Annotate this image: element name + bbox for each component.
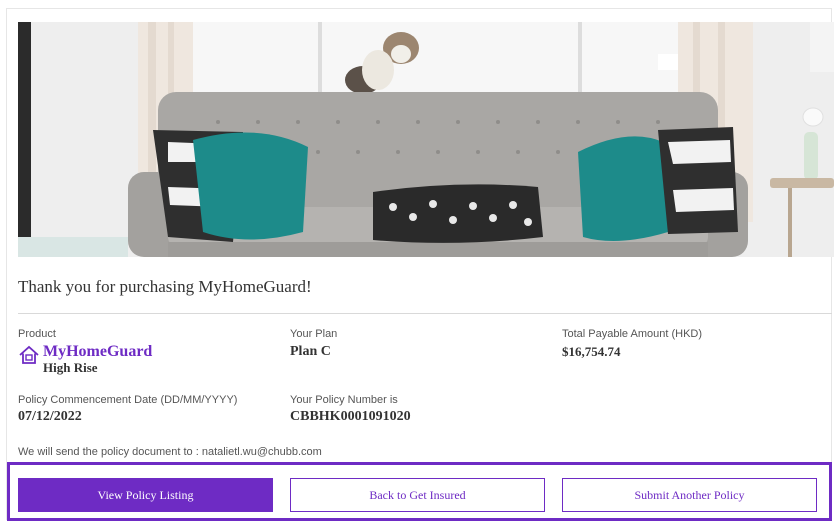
- commencement-label: Policy Commencement Date (DD/MM/YYYY): [18, 394, 238, 406]
- product-label: Product: [18, 328, 56, 340]
- amount-label: Total Payable Amount (HKD): [562, 328, 703, 340]
- product-subtitle: High Rise: [43, 360, 98, 375]
- plan-label: Your Plan: [290, 328, 338, 340]
- product-name: MyHomeGuard: [43, 343, 153, 360]
- confirmation-title: Thank you for purchasing MyHomeGuard!: [18, 277, 312, 296]
- commencement-value: 07/12/2022: [18, 409, 82, 424]
- submit-another-policy-button[interactable]: Submit Another Policy: [562, 478, 817, 512]
- view-policy-listing-button[interactable]: View Policy Listing: [18, 478, 273, 512]
- amount-value: $16,754.74: [562, 344, 621, 359]
- hero-sofa-image: [18, 22, 834, 257]
- policy-number-label: Your Policy Number is: [290, 394, 398, 406]
- divider: [18, 313, 832, 314]
- house-icon: [19, 345, 39, 364]
- back-to-get-insured-button[interactable]: Back to Get Insured: [290, 478, 545, 512]
- policy-number-value: CBBHK0001091020: [290, 409, 411, 424]
- product-logo: MyHomeGuard High Rise: [18, 343, 152, 375]
- plan-value: Plan C: [290, 344, 331, 359]
- email-notice: We will send the policy document to : na…: [18, 446, 322, 458]
